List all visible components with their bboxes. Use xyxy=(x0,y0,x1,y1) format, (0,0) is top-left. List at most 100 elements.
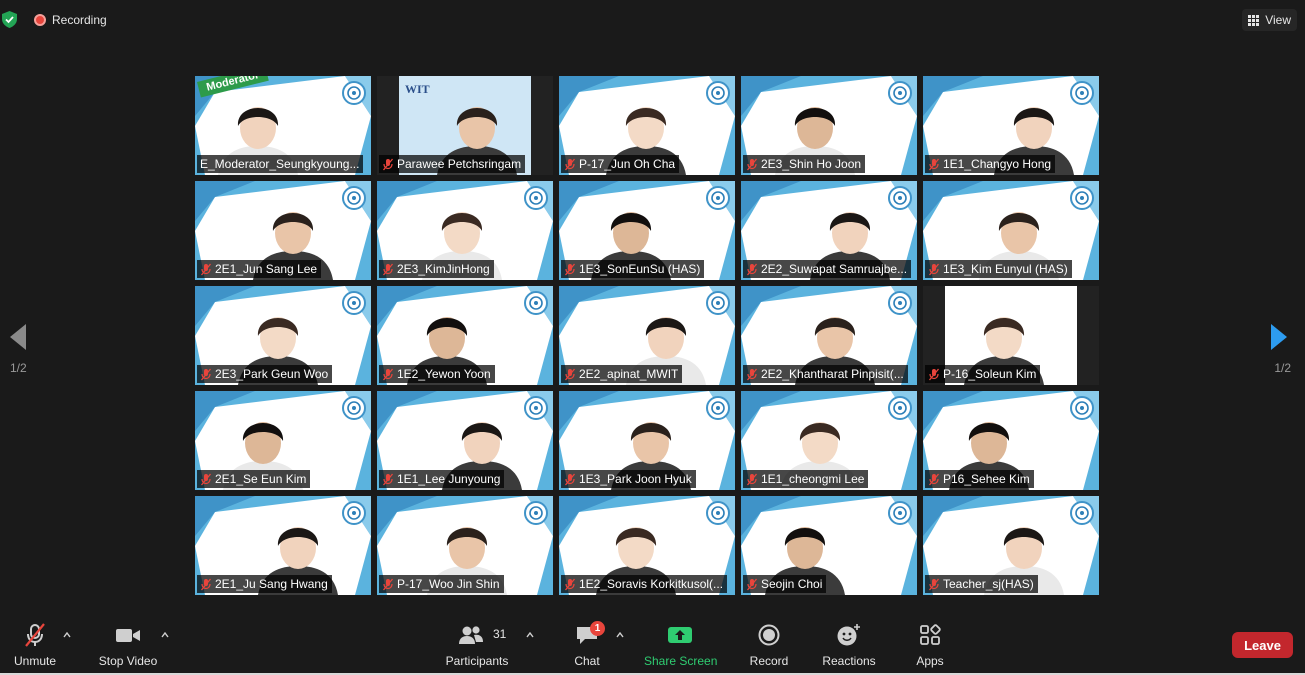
participant-video-tile[interactable]: 1E3_SonEunSu (HAS) xyxy=(559,181,735,280)
participant-name-bar: 1E3_SonEunSu (HAS) xyxy=(561,260,705,278)
participant-video-tile[interactable]: 2E2_apinat_MWIT xyxy=(559,286,735,385)
participant-name-bar: 2E3_Shin Ho Joon xyxy=(743,155,866,173)
participant-video-tile[interactable]: 2E2_Suwapat Samruajbe... xyxy=(741,181,917,280)
microphone-muted-icon xyxy=(746,158,758,170)
participant-name-bar: 1E3_Park Joon Hyuk xyxy=(561,470,696,488)
apps-button[interactable]: Apps xyxy=(912,622,948,668)
participant-name-bar: 2E3_Park Geun Woo xyxy=(197,365,333,383)
participant-video-tile[interactable]: Teacher_sj(HAS) xyxy=(923,496,1099,595)
participants-options-chevron-icon[interactable] xyxy=(526,632,534,638)
participant-name-bar: 1E1_cheongmi Lee xyxy=(743,470,869,488)
microphone-muted-icon xyxy=(564,263,576,275)
participant-name-bar: P-17_Jun Oh Cha xyxy=(561,155,680,173)
participant-video-tile[interactable]: P16_Sehee Kim xyxy=(923,391,1099,490)
microphone-muted-icon xyxy=(200,578,212,590)
participant-name: 2E3_KimJinHong xyxy=(397,262,490,276)
participant-name-bar: 2E2_Suwapat Samruajbe... xyxy=(743,260,912,278)
participant-name: 2E3_Shin Ho Joon xyxy=(761,157,862,171)
reactions-label: Reactions xyxy=(822,654,876,668)
record-label: Record xyxy=(749,654,789,668)
next-page-arrow-icon[interactable] xyxy=(1263,320,1293,354)
participant-name-bar: 2E2_Khantharat Pinpisit(... xyxy=(743,365,908,383)
participant-video-tile[interactable]: 2E3_Park Geun Woo xyxy=(195,286,371,385)
participant-name-bar: 1E2_Soravis Korkitkusol(... xyxy=(561,575,728,593)
participant-name-bar: 1E2_Yewon Yoon xyxy=(379,365,495,383)
participant-video-tile[interactable]: WIT Parawee Petchsringam xyxy=(377,76,553,175)
video-options-chevron-icon[interactable] xyxy=(161,632,169,638)
view-button[interactable]: View xyxy=(1242,9,1297,31)
participant-video-tile[interactable]: 2E1_Jun Sang Lee xyxy=(195,181,371,280)
microphone-muted-icon xyxy=(746,473,758,485)
page-indicator-right: 1/2 xyxy=(1274,361,1291,375)
participant-name: 1E3_Kim Eunyul (HAS) xyxy=(943,262,1068,276)
share-screen-label: Share Screen xyxy=(644,654,718,668)
top-bar: Recording View xyxy=(0,0,1305,40)
apps-icon xyxy=(920,624,941,645)
shield-icon[interactable] xyxy=(2,11,17,28)
recording-label: Recording xyxy=(52,13,107,27)
microphone-muted-icon xyxy=(746,368,758,380)
participant-name-bar: 2E1_Se Eun Kim xyxy=(197,470,311,488)
participant-name: Teacher_sj(HAS) xyxy=(943,577,1034,591)
microphone-muted-icon xyxy=(746,578,758,590)
chat-unread-badge: 1 xyxy=(590,621,605,636)
participant-name-bar: 2E2_apinat_MWIT xyxy=(561,365,683,383)
record-button[interactable]: Record xyxy=(748,622,790,668)
participant-video-tile[interactable]: 1E2_Soravis Korkitkusol(... xyxy=(559,496,735,595)
participant-name: 1E2_Yewon Yoon xyxy=(397,367,491,381)
participant-name: 1E1_Lee Junyoung xyxy=(397,472,501,486)
participant-video-tile[interactable]: Moderator E_Moderator_Seungkyoung... xyxy=(195,76,371,175)
participant-name-bar: P-16_Soleun Kim xyxy=(925,365,1041,383)
participant-video-tile[interactable]: P-17_Jun Oh Cha xyxy=(559,76,735,175)
participant-video-tile[interactable]: 1E1_cheongmi Lee xyxy=(741,391,917,490)
grid-view-icon xyxy=(1248,14,1260,26)
participant-name-bar: 2E1_Ju Sang Hwang xyxy=(197,575,332,593)
participant-name: Seojin Choi xyxy=(761,577,823,591)
share-screen-button[interactable]: Share Screen xyxy=(644,622,718,668)
chat-options-chevron-icon[interactable] xyxy=(616,632,624,638)
participant-video-tile[interactable]: 1E2_Yewon Yoon xyxy=(377,286,553,385)
participant-video-tile[interactable]: 2E2_Khantharat Pinpisit(... xyxy=(741,286,917,385)
unmute-button[interactable]: Unmute xyxy=(10,622,60,668)
participant-name-bar: 1E3_Kim Eunyul (HAS) xyxy=(925,260,1072,278)
microphone-muted-icon xyxy=(200,368,212,380)
leave-button[interactable]: Leave xyxy=(1232,632,1293,658)
participant-name-bar: P16_Sehee Kim xyxy=(925,470,1034,488)
microphone-muted-icon xyxy=(200,263,212,275)
recording-indicator[interactable]: Recording xyxy=(28,9,113,31)
participant-name-bar: 2E1_Jun Sang Lee xyxy=(197,260,322,278)
microphone-muted-icon xyxy=(382,473,394,485)
participant-video-tile[interactable]: 1E3_Park Joon Hyuk xyxy=(559,391,735,490)
microphone-muted-icon xyxy=(382,263,394,275)
share-screen-arrow-icon xyxy=(668,627,692,643)
microphone-muted-icon xyxy=(928,578,940,590)
participant-name: 2E2_apinat_MWIT xyxy=(579,367,679,381)
participant-video-tile[interactable]: Seojin Choi xyxy=(741,496,917,595)
video-camera-icon xyxy=(116,629,140,642)
microphone-muted-icon xyxy=(382,578,394,590)
view-label: View xyxy=(1265,13,1291,27)
participant-name: 1E1_cheongmi Lee xyxy=(761,472,865,486)
participant-video-tile[interactable]: P-17_Woo Jin Shin xyxy=(377,496,553,595)
microphone-muted-icon xyxy=(928,263,940,275)
participant-name: P-17_Woo Jin Shin xyxy=(397,577,500,591)
participant-name-bar: Parawee Petchsringam xyxy=(379,155,526,173)
reactions-button[interactable]: Reactions xyxy=(820,622,878,668)
previous-page-arrow-icon[interactable] xyxy=(4,320,34,354)
stop-video-button[interactable]: Stop Video xyxy=(96,622,160,668)
participant-name: Parawee Petchsringam xyxy=(397,157,522,171)
participant-video-tile[interactable]: 2E3_KimJinHong xyxy=(377,181,553,280)
microphone-muted-icon xyxy=(382,158,394,170)
audio-options-chevron-icon[interactable] xyxy=(63,632,71,638)
participant-name: 2E2_Khantharat Pinpisit(... xyxy=(761,367,904,381)
participant-video-tile[interactable]: 2E1_Se Eun Kim xyxy=(195,391,371,490)
participant-video-tile[interactable]: 1E3_Kim Eunyul (HAS) xyxy=(923,181,1099,280)
participant-video-tile[interactable]: 2E3_Shin Ho Joon xyxy=(741,76,917,175)
participant-video-tile[interactable]: 2E1_Ju Sang Hwang xyxy=(195,496,371,595)
participant-video-tile[interactable]: 1E1_Changyo Hong xyxy=(923,76,1099,175)
microphone-muted-icon xyxy=(928,473,940,485)
participant-video-tile[interactable]: P-16_Soleun Kim xyxy=(923,286,1099,385)
participant-name: 1E1_Changyo Hong xyxy=(943,157,1052,171)
participant-video-tile[interactable]: 1E1_Lee Junyoung xyxy=(377,391,553,490)
chat-label: Chat xyxy=(574,654,600,668)
